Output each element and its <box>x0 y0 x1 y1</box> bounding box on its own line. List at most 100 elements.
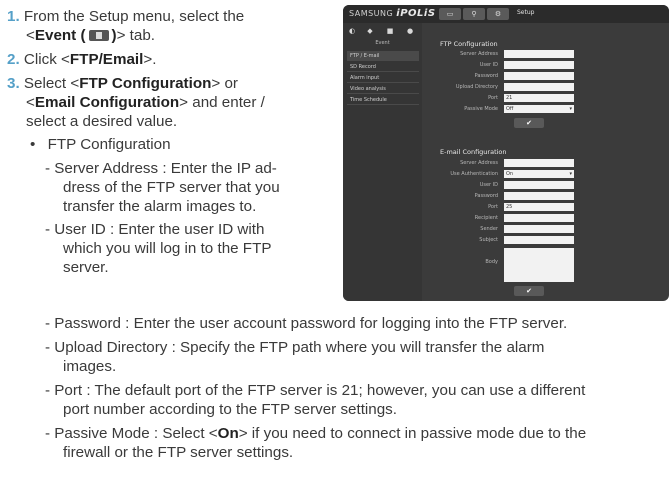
auth-value: On <box>506 171 514 177</box>
menu-alarm-input[interactable]: Alarm input <box>347 73 419 83</box>
item-line: server. <box>63 259 109 276</box>
item-line: images. <box>63 358 117 375</box>
step-1-suffix: > tab. <box>116 27 155 44</box>
step-3b-post: > and enter / <box>179 94 265 111</box>
ftp-passive-select[interactable]: Off ▾ <box>504 105 574 113</box>
email-config-title: E-mail Configuration <box>440 148 507 156</box>
email-user-id-input[interactable] <box>504 181 574 189</box>
ftp-upload-dir-input[interactable] <box>504 83 574 91</box>
ftp-password-input[interactable] <box>504 72 574 80</box>
step-1-number: 1. <box>7 8 20 25</box>
main-panel: FTP Configuration Server Address User ID… <box>426 23 669 301</box>
email-label: Body <box>485 259 498 265</box>
passive-post: > if you need to connect in passive mode… <box>238 425 587 442</box>
ftp-label: User ID <box>479 62 498 68</box>
brand-samsung: SAMSUNG <box>349 9 394 18</box>
email-label: Recipient <box>474 215 498 221</box>
email-label: Password <box>474 193 498 199</box>
angle-open: < <box>26 27 35 44</box>
item-line: - Upload Directory : Specify the FTP pat… <box>45 339 545 356</box>
email-recipient-input[interactable] <box>504 214 574 222</box>
search-icon[interactable]: ⚲ <box>463 8 485 20</box>
menu-ftp-email[interactable]: FTP / E-mail <box>347 51 419 61</box>
step-2-pre: Click < <box>23 51 70 68</box>
email-server-address-input[interactable] <box>504 159 574 167</box>
passive-value: Off <box>506 106 514 112</box>
gear-icon[interactable]: ⚙ <box>487 8 509 20</box>
top-bar: SAMSUNG iPOLiS ▭ ⚲ ⚙ Setup <box>343 5 669 23</box>
item-line-passive: - Passive Mode : Select <On> if you need… <box>45 425 586 443</box>
email-password-input[interactable] <box>504 192 574 200</box>
step-3-post: > or <box>211 75 238 92</box>
sidebar: ◐ ◆ ■ ● Event FTP / E-mail SD Record Ala… <box>343 23 422 301</box>
brand-ipolis: iPOLiS <box>396 8 436 19</box>
monitor-icon[interactable]: ▭ <box>439 8 461 20</box>
ftp-label: Passive Mode <box>464 106 498 112</box>
step-3-line-1: 3. Select <FTP Configuration> or <box>7 75 238 93</box>
setup-screenshot: SAMSUNG iPOLiS ▭ ⚲ ⚙ Setup ◐ ◆ ■ ● Event… <box>343 5 669 301</box>
bullet-mark: • <box>30 136 36 153</box>
event-tab-icon <box>88 30 109 42</box>
step-1-text: From the Setup menu, select the <box>23 8 245 25</box>
passive-pre: - Passive Mode : Select < <box>45 425 218 442</box>
email-label: Use Authentication <box>450 171 498 177</box>
ftp-ok-button[interactable]: ✔ <box>514 118 544 128</box>
email-label: User ID <box>479 182 498 188</box>
email-port-input[interactable]: 25 <box>504 203 574 211</box>
menu-time-schedule[interactable]: Time Schedule <box>347 95 419 105</box>
email-label: Sender <box>480 226 498 232</box>
email-body-textarea[interactable] <box>504 248 574 282</box>
item-line: firewall or the FTP server settings. <box>63 444 294 461</box>
ftp-config-label: FTP Configuration <box>79 75 212 92</box>
brand-logo: SAMSUNG iPOLiS <box>349 8 436 19</box>
item-line: transfer the alarm images to. <box>63 198 257 215</box>
step-2: 2. Click <FTP/Email>. <box>7 51 156 69</box>
item-line: - Password : Enter the user account pass… <box>45 315 568 332</box>
chevron-down-icon: ▾ <box>569 106 572 112</box>
item-line: - Port : The default port of the FTP ser… <box>45 382 586 399</box>
step-3-number: 3. <box>7 75 20 92</box>
email-label: Server Address <box>460 160 498 166</box>
video-icon[interactable]: ◐ <box>347 27 357 36</box>
ftp-email-label: FTP/Email <box>69 51 144 68</box>
ftp-user-id-input[interactable] <box>504 61 574 69</box>
event-header: Event <box>375 40 390 46</box>
item-line: - User ID : Enter the user ID with <box>45 221 265 238</box>
item-line: - Server Address : Enter the IP ad- <box>45 160 277 177</box>
step-3-pre: Select < <box>23 75 80 92</box>
email-label: Subject <box>479 237 498 243</box>
item-line: dress of the FTP server that you <box>63 179 280 196</box>
email-label: Port <box>488 204 498 210</box>
email-ok-button[interactable]: ✔ <box>514 286 544 296</box>
step-3b-pre: < <box>26 94 35 111</box>
ftp-port-value: 21 <box>506 95 513 101</box>
ftp-label: Server Address <box>460 51 498 57</box>
ftp-label: Port <box>488 95 498 101</box>
setup-title: Setup <box>517 9 535 16</box>
system-icon[interactable]: ● <box>405 27 415 36</box>
menu-sd-record[interactable]: SD Record <box>347 62 419 72</box>
email-auth-select[interactable]: On ▾ <box>504 170 574 178</box>
step-1-line-1: 1. From the Setup menu, select the <box>7 8 244 26</box>
ftp-config-title: FTP Configuration <box>440 40 498 48</box>
sidebar-icons: ◐ ◆ ■ ● <box>347 27 419 37</box>
menu-video-analysis[interactable]: Video analysis <box>347 84 419 94</box>
step-3-line-2: <Email Configuration> and enter / <box>26 94 265 112</box>
ftp-label: Upload Directory <box>455 84 498 90</box>
step-2-number: 2. <box>7 51 20 68</box>
network-icon[interactable]: ◆ <box>365 27 375 36</box>
step-1-line-2: <Event ()> tab. <box>26 27 155 45</box>
step-3-line-3: select a desired value. <box>26 113 178 130</box>
email-port-value: 25 <box>506 204 513 210</box>
email-subject-input[interactable] <box>504 236 574 244</box>
ftp-port-input[interactable]: 21 <box>504 94 574 102</box>
event-icon[interactable]: ■ <box>385 27 395 36</box>
ftp-server-address-input[interactable] <box>504 50 574 58</box>
event-tab-label: Event ( <box>34 27 86 44</box>
chevron-down-icon: ▾ <box>569 171 572 177</box>
step-2-post: >. <box>143 51 157 68</box>
bullet-label: FTP Configuration <box>47 136 171 153</box>
email-sender-input[interactable] <box>504 225 574 233</box>
item-line: which you will log in to the FTP <box>63 240 272 257</box>
bullet-ftp-config: • FTP Configuration <box>30 136 171 154</box>
